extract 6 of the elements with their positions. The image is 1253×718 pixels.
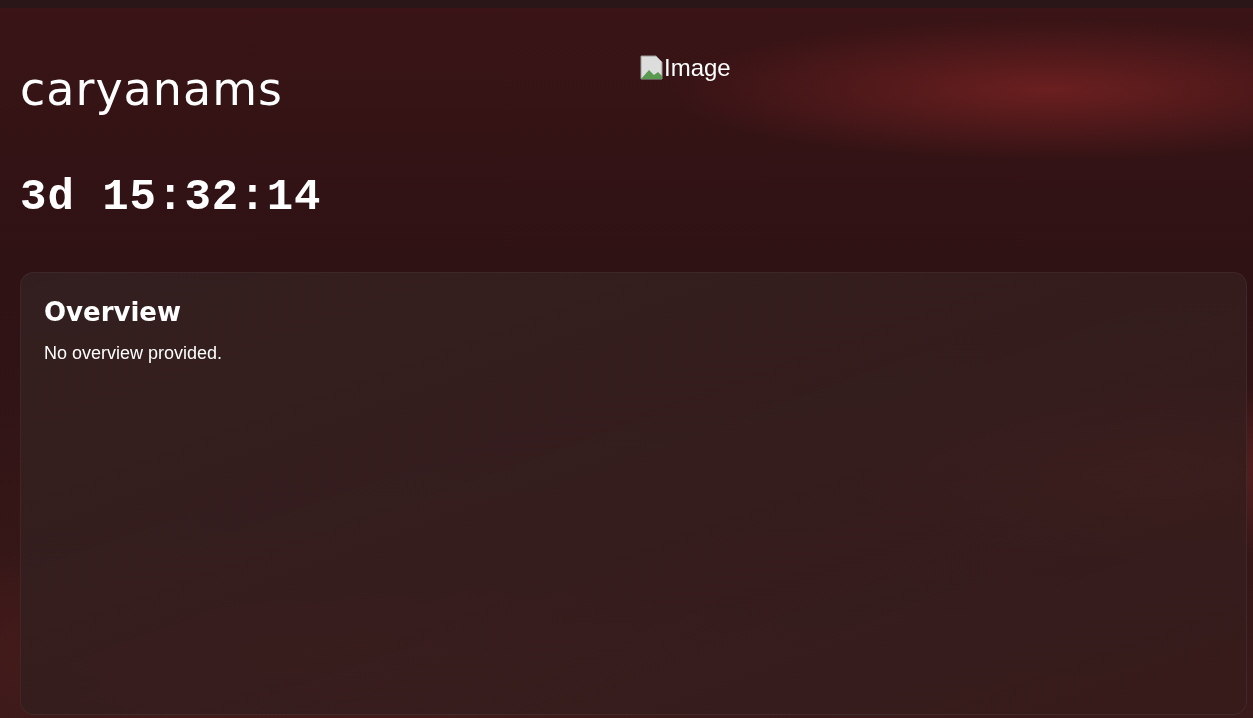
- username: caryanams: [20, 61, 283, 117]
- broken-image-icon: [640, 55, 664, 81]
- broken-image: Image: [640, 54, 1233, 82]
- card-title: Overview: [44, 297, 182, 327]
- overview-text: No overview provided.: [44, 343, 223, 364]
- countdown-timer: 3d 15:32:14: [20, 172, 322, 222]
